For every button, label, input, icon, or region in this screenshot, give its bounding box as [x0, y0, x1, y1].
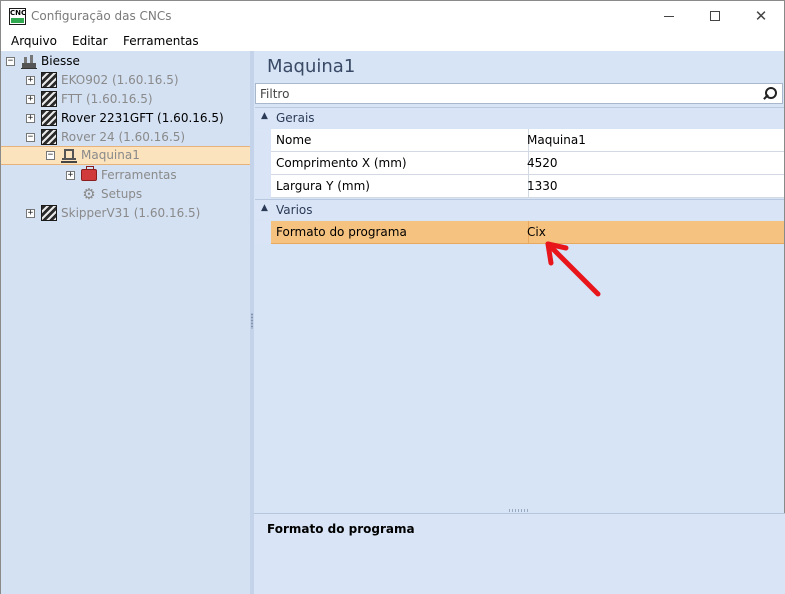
tree-label: Maquina1: [81, 148, 140, 162]
property-value[interactable]: 4520: [527, 156, 558, 170]
collapse-toggle-icon[interactable]: −: [6, 57, 15, 66]
grid-gutter: [255, 129, 271, 198]
tree-label: SkipperV31 (1.60.16.5): [61, 206, 201, 220]
app-icon: CNC: [9, 8, 26, 25]
maximize-button[interactable]: [692, 1, 738, 31]
tree-node-eko902[interactable]: + EKO902 (1.60.16.5): [1, 71, 251, 90]
property-name: Nome: [276, 133, 312, 147]
expand-toggle-icon[interactable]: +: [26, 114, 35, 123]
expand-toggle-icon[interactable]: +: [26, 95, 35, 104]
tree-node-ftt[interactable]: + FTT (1.60.16.5): [1, 90, 251, 109]
tree-label: Rover 24 (1.60.16.5): [61, 130, 186, 144]
property-name: Comprimento X (mm): [276, 156, 407, 170]
chevron-up-icon[interactable]: ▲: [261, 203, 268, 213]
filter-box: [255, 83, 783, 104]
menu-ferramentas[interactable]: Ferramentas: [123, 34, 199, 48]
description-panel: Formato do programa: [254, 513, 785, 594]
tree-label: FTT (1.60.16.5): [61, 92, 153, 106]
property-row-largura-y[interactable]: Largura Y (mm) 1330: [271, 175, 784, 198]
machine-stripe-icon: [41, 129, 57, 145]
description-splitter-grip-icon[interactable]: [508, 509, 528, 512]
category-gerais[interactable]: ▲ Gerais: [255, 107, 784, 128]
expand-toggle-icon[interactable]: +: [26, 76, 35, 85]
page-title: Maquina1: [267, 56, 356, 77]
menu-arquivo[interactable]: Arquivo: [11, 34, 57, 48]
minimize-icon: [664, 15, 674, 17]
tree-label: EKO902 (1.60.16.5): [61, 73, 179, 87]
grid-gutter: [255, 221, 271, 244]
category-label: Gerais: [276, 111, 315, 125]
collapse-toggle-icon[interactable]: −: [26, 133, 35, 142]
tree-node-skipperv31[interactable]: + SkipperV31 (1.60.16.5): [1, 204, 251, 223]
machine-icon: [61, 147, 77, 163]
tree-node-maquina1[interactable]: − Maquina1: [1, 146, 251, 165]
property-value[interactable]: Maquina1: [527, 133, 586, 147]
search-icon[interactable]: [761, 86, 777, 102]
maximize-icon: [710, 11, 720, 21]
property-row-formato-do-programa[interactable]: Formato do programa Cix: [271, 221, 784, 244]
app-icon-bar: [11, 18, 24, 23]
machine-tree[interactable]: − Biesse + EKO902 (1.60.16.5) + FTT (1.6…: [0, 51, 251, 594]
tree-node-ferramentas[interactable]: + Ferramentas: [1, 166, 251, 185]
filter-input[interactable]: [260, 86, 750, 101]
close-button[interactable]: ✕: [738, 1, 784, 31]
menu-bar: Arquivo Editar Ferramentas: [0, 31, 785, 51]
tree-label: Rover 2231GFT (1.60.16.5): [61, 111, 224, 125]
tree-node-rover-2231gft[interactable]: + Rover 2231GFT (1.60.16.5): [1, 109, 251, 128]
properties-pane: Maquina1 ▲ Gerais Nome Maquina1 Comprime…: [254, 51, 785, 594]
app-icon-text: CNC: [10, 9, 27, 17]
property-name: Largura Y (mm): [276, 179, 370, 193]
machine-stripe-icon: [41, 205, 57, 221]
category-label: Varios: [276, 203, 313, 217]
description-title: Formato do programa: [267, 522, 415, 536]
toolbox-icon: [81, 166, 97, 181]
machine-stripe-icon: [41, 110, 57, 126]
menu-editar[interactable]: Editar: [72, 34, 108, 48]
close-icon: ✕: [754, 6, 768, 25]
tree-node-rover-24[interactable]: − Rover 24 (1.60.16.5): [1, 128, 251, 147]
machine-stripe-icon: [41, 72, 57, 88]
factory-icon: [21, 53, 37, 69]
minimize-button[interactable]: [646, 1, 692, 31]
tree-node-setups[interactable]: ⚙ Setups: [1, 185, 251, 204]
tree-label: Ferramentas: [101, 168, 177, 182]
property-row-nome[interactable]: Nome Maquina1: [271, 129, 784, 152]
gear-icon: ⚙: [82, 185, 96, 203]
property-name: Formato do programa: [276, 225, 407, 239]
tree-label: Setups: [101, 187, 143, 201]
category-varios[interactable]: ▲ Varios: [255, 199, 784, 220]
property-value[interactable]: 1330: [527, 179, 558, 193]
expand-toggle-icon[interactable]: +: [66, 171, 75, 180]
tree-label: Biesse: [41, 54, 80, 68]
collapse-toggle-icon[interactable]: −: [46, 151, 55, 160]
expand-toggle-icon[interactable]: +: [26, 209, 35, 218]
chevron-up-icon[interactable]: ▲: [261, 111, 268, 121]
window-title: Configuração das CNCs: [31, 9, 172, 23]
property-row-comprimento-x[interactable]: Comprimento X (mm) 4520: [271, 152, 784, 175]
tree-root-biesse[interactable]: − Biesse: [1, 52, 251, 71]
splitter-grip-icon: [251, 313, 253, 329]
title-bar: CNC Configuração das CNCs ✕: [0, 0, 785, 31]
machine-stripe-icon: [41, 91, 57, 107]
property-value[interactable]: Cix: [527, 225, 546, 239]
